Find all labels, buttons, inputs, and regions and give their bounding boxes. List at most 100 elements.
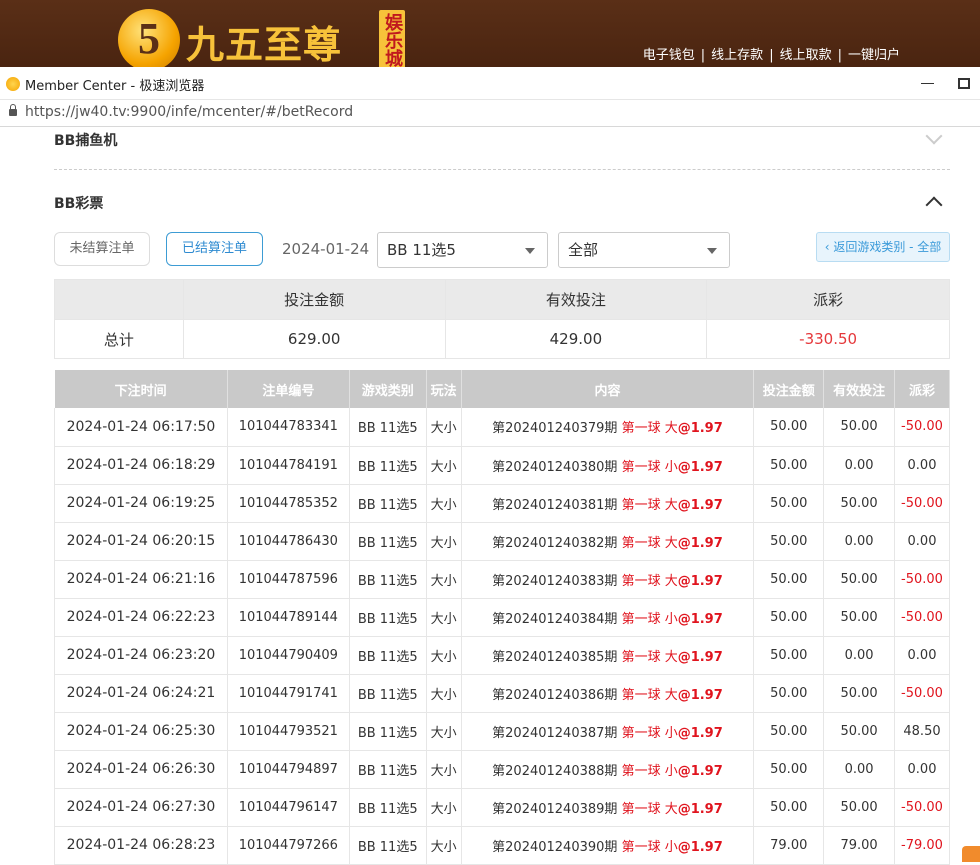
summary-row-label: 总计 — [54, 319, 184, 359]
content-odds: @1.97 — [677, 535, 723, 551]
col-header: 下注时间 — [54, 370, 228, 408]
scope-select-value: 全部 — [568, 241, 599, 259]
cell-content: 第202401240379期 第一球 大@1.97 — [461, 408, 755, 447]
link-withdraw[interactable]: 线上取款 — [780, 48, 832, 63]
cell-game: BB 11选5 — [349, 598, 427, 637]
cell-bet-amount: 50.00 — [753, 674, 825, 713]
table-header: 下注时间 注单编号 游戏类别 玩法 内容 投注金额 有效投注 派彩 — [54, 370, 950, 408]
maximize-icon[interactable] — [958, 78, 970, 89]
bet-records-table: 下注时间 注单编号 游戏类别 玩法 内容 投注金额 有效投注 派彩 2024-0… — [54, 370, 950, 865]
cell-payout: -50.00 — [894, 674, 950, 713]
game-select-value: BB 11选5 — [387, 241, 456, 259]
cell-bet-id: 101044787596 — [227, 560, 350, 599]
cell-valid-amount: 50.00 — [823, 712, 895, 751]
cell-play: 大小 — [426, 826, 462, 865]
cell-bet-id: 101044790409 — [227, 636, 350, 675]
logo-icon: 5 — [118, 9, 180, 67]
favicon-icon — [6, 77, 20, 91]
content-pick: 第一球 小 — [621, 611, 678, 627]
game-select[interactable]: BB 11选5 — [377, 232, 548, 268]
content-pick: 第一球 大 — [621, 801, 678, 817]
cell-bet-amount: 50.00 — [753, 712, 825, 751]
col-header: 玩法 — [426, 370, 462, 408]
content-period: 第202401240389期 — [492, 801, 618, 817]
cell-valid-amount: 50.00 — [823, 484, 895, 523]
unsettled-bets-button[interactable]: 未结算注单 — [54, 232, 150, 266]
col-header: 内容 — [461, 370, 755, 408]
summary-header: 投注金额 — [182, 279, 446, 320]
settled-bets-button[interactable]: 已结算注单 — [166, 232, 263, 266]
table-row: 2024-01-24 06:19:25 101044785352 BB 11选5 大小… — [54, 484, 950, 523]
cell-game: BB 11选5 — [349, 446, 427, 485]
content-pick: 第一球 小 — [621, 839, 678, 855]
cell-content: 第202401240383期 第一球 大@1.97 — [461, 560, 755, 599]
cell-payout: 0.00 — [894, 446, 950, 485]
content-odds: @1.97 — [677, 421, 723, 437]
back-to-categories-button[interactable]: ‹ 返回游戏类别 - 全部 — [816, 232, 950, 262]
cell-bet-time: 2024-01-24 06:19:25 — [54, 484, 228, 523]
address-bar[interactable]: https://jw40.tv:9900/infe/mcenter/#/betR… — [0, 100, 980, 127]
table-row: 2024-01-24 06:27:30 101044796147 BB 11选5 大小… — [54, 788, 950, 827]
content-period: 第202401240385期 — [492, 649, 618, 665]
address-url[interactable]: https://jw40.tv:9900/infe/mcenter/#/betR… — [25, 104, 353, 120]
chevron-down-icon[interactable] — [925, 127, 943, 145]
content-odds: @1.97 — [677, 459, 723, 475]
caret-down-icon — [525, 248, 535, 254]
summary-table: 投注金额 有效投注 派彩 总计 629.00 429.00 -330.50 — [54, 279, 950, 359]
cell-game: BB 11选5 — [349, 636, 427, 675]
col-header: 投注金额 — [753, 370, 825, 408]
link-wallet[interactable]: 电子钱包 — [643, 48, 695, 63]
content-period: 第202401240382期 — [492, 535, 618, 551]
content-pick: 第一球 大 — [621, 497, 678, 513]
section-fishing[interactable]: BB捕鱼机 — [54, 127, 950, 170]
cell-bet-amount: 50.00 — [753, 750, 825, 789]
cell-bet-id: 101044784191 — [227, 446, 350, 485]
cell-valid-amount: 50.00 — [823, 788, 895, 827]
cell-bet-time: 2024-01-24 06:20:15 — [54, 522, 228, 561]
section-lottery[interactable]: BB彩票 — [54, 193, 950, 217]
cell-bet-amount: 50.00 — [753, 788, 825, 827]
table-row: 2024-01-24 06:25:30 101044793521 BB 11选5 大小… — [54, 712, 950, 751]
content-period: 第202401240381期 — [492, 497, 618, 513]
cell-play: 大小 — [426, 788, 462, 827]
link-consolidate[interactable]: 一键归户 — [848, 48, 900, 63]
cell-play: 大小 — [426, 408, 462, 447]
content-pick: 第一球 大 — [621, 573, 678, 589]
cell-payout: 0.00 — [894, 522, 950, 561]
date-filter[interactable]: 2024-01-24 — [282, 240, 369, 258]
cell-game: BB 11选5 — [349, 522, 427, 561]
cell-valid-amount: 0.00 — [823, 636, 895, 675]
content-period: 第202401240386期 — [492, 687, 618, 703]
chevron-up-icon[interactable] — [925, 196, 943, 214]
table-row: 2024-01-24 06:18:29 101044784191 BB 11选5 大小… — [54, 446, 950, 485]
cell-bet-time: 2024-01-24 06:17:50 — [54, 408, 228, 447]
content-period: 第202401240383期 — [492, 573, 618, 589]
chat-icon[interactable] — [962, 846, 980, 862]
cell-game: BB 11选5 — [349, 484, 427, 523]
cell-game: BB 11选5 — [349, 674, 427, 713]
link-deposit[interactable]: 线上存款 — [711, 48, 763, 63]
cell-bet-id: 101044783341 — [227, 408, 350, 447]
table-row: 2024-01-24 06:22:23 101044789144 BB 11选5 大小… — [54, 598, 950, 637]
content-period: 第202401240390期 — [492, 839, 618, 855]
records-body: 2024-01-24 06:17:50 101044783341 BB 11选5 大小… — [54, 408, 950, 865]
cell-valid-amount: 50.00 — [823, 598, 895, 637]
content-odds: @1.97 — [677, 687, 723, 703]
cell-content: 第202401240382期 第一球 大@1.97 — [461, 522, 755, 561]
cell-payout: -50.00 — [894, 484, 950, 523]
cell-play: 大小 — [426, 712, 462, 751]
scope-select[interactable]: 全部 — [558, 232, 730, 268]
lock-icon — [9, 104, 17, 116]
cell-bet-time: 2024-01-24 06:22:23 — [54, 598, 228, 637]
window-title: Member Center - 极速浏览器 — [25, 79, 205, 94]
cell-bet-time: 2024-01-24 06:27:30 — [54, 788, 228, 827]
table-row: 2024-01-24 06:23:20 101044790409 BB 11选5 大小… — [54, 636, 950, 675]
cell-game: BB 11选5 — [349, 712, 427, 751]
cell-payout: -50.00 — [894, 788, 950, 827]
minimize-icon[interactable] — [921, 83, 934, 84]
cell-play: 大小 — [426, 598, 462, 637]
cell-bet-amount: 50.00 — [753, 446, 825, 485]
content-period: 第202401240387期 — [492, 725, 618, 741]
banner-links: 电子钱包 | 线上存款 | 线上取款 | 一键归户 — [642, 48, 900, 63]
summary-valid-total: 429.00 — [444, 319, 708, 359]
